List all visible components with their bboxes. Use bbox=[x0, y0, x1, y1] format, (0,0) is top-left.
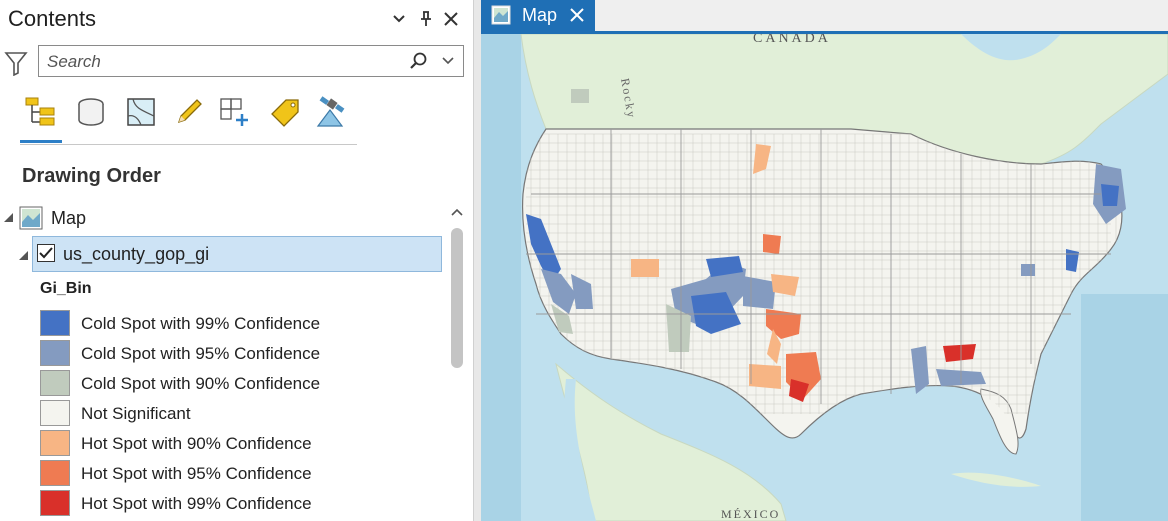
close-icon[interactable] bbox=[568, 6, 586, 24]
search-options-chevron-icon[interactable] bbox=[441, 54, 455, 68]
map-expand-toggle[interactable] bbox=[3, 210, 15, 224]
layer-name: us_county_gop_gi bbox=[63, 244, 210, 264]
layer-expand-toggle[interactable] bbox=[18, 248, 30, 262]
pencil-icon[interactable] bbox=[170, 92, 208, 132]
map-tab-label: Map bbox=[522, 5, 558, 25]
scroll-thumb[interactable] bbox=[451, 228, 463, 368]
layer-row-selected[interactable]: us_county_gop_gi bbox=[32, 236, 442, 272]
search-icon[interactable] bbox=[409, 51, 429, 71]
basemap: CANADA Rocky MÉXICO bbox=[481, 34, 1168, 521]
toolbar-divider bbox=[20, 144, 357, 145]
search-box bbox=[38, 45, 464, 77]
map-tab-icon bbox=[491, 5, 511, 25]
legend-swatch bbox=[40, 460, 70, 486]
label-tag-icon[interactable] bbox=[266, 92, 304, 132]
layer-tree: Map us_county_gop_gi Gi_Bin Cold Spot wi… bbox=[0, 200, 447, 521]
symbology-field-name: Gi_Bin bbox=[40, 280, 92, 297]
legend-label: Hot Spot with 95% Confidence bbox=[81, 464, 312, 483]
active-tool-underline bbox=[20, 140, 62, 143]
legend-label: Cold Spot with 99% Confidence bbox=[81, 314, 321, 333]
map-tabstrip: Map bbox=[481, 0, 1168, 33]
snapping-icon[interactable] bbox=[216, 92, 254, 132]
scroll-up-arrow-icon[interactable] bbox=[451, 204, 463, 216]
legend-label: Not Significant bbox=[81, 404, 191, 423]
map-canvas[interactable]: CANADA Rocky MÉXICO bbox=[481, 34, 1168, 521]
pin-icon[interactable] bbox=[415, 8, 437, 30]
pane-title: Contents bbox=[8, 6, 97, 31]
map-node-icon bbox=[19, 206, 43, 230]
layer-visibility-checkbox[interactable] bbox=[37, 244, 55, 262]
close-icon[interactable] bbox=[440, 8, 462, 30]
legend-swatch bbox=[40, 340, 70, 366]
legend-swatch bbox=[40, 310, 70, 336]
contents-pane: Contents Search Drawing Order Map us_cou… bbox=[0, 0, 473, 521]
database-icon[interactable] bbox=[72, 92, 110, 132]
drawing-order-icon[interactable] bbox=[22, 92, 60, 132]
selection-icon[interactable] bbox=[122, 92, 160, 132]
country-label-mexico: MÉXICO bbox=[721, 507, 780, 521]
pane-splitter[interactable] bbox=[473, 0, 481, 521]
filter-icon[interactable] bbox=[4, 50, 28, 77]
search-input[interactable] bbox=[45, 49, 399, 75]
map-node-label[interactable]: Map bbox=[51, 208, 86, 229]
tab-map[interactable]: Map bbox=[481, 0, 595, 31]
legend-label: Hot Spot with 99% Confidence bbox=[81, 494, 312, 513]
pane-options-chevron-icon[interactable] bbox=[388, 8, 410, 30]
legend-swatch bbox=[40, 400, 70, 426]
tree-scrollbar[interactable] bbox=[447, 200, 467, 521]
country-label-canada: CANADA bbox=[753, 34, 831, 46]
contents-toolbar bbox=[20, 92, 360, 144]
satellite-icon[interactable] bbox=[314, 92, 352, 132]
legend-label: Hot Spot with 90% Confidence bbox=[81, 434, 312, 453]
legend-swatch bbox=[40, 490, 70, 516]
legend-label: Cold Spot with 90% Confidence bbox=[81, 374, 321, 393]
legend-label: Cold Spot with 95% Confidence bbox=[81, 344, 321, 363]
legend-swatch bbox=[40, 430, 70, 456]
section-title: Drawing Order bbox=[22, 165, 161, 187]
legend-swatch bbox=[40, 370, 70, 396]
